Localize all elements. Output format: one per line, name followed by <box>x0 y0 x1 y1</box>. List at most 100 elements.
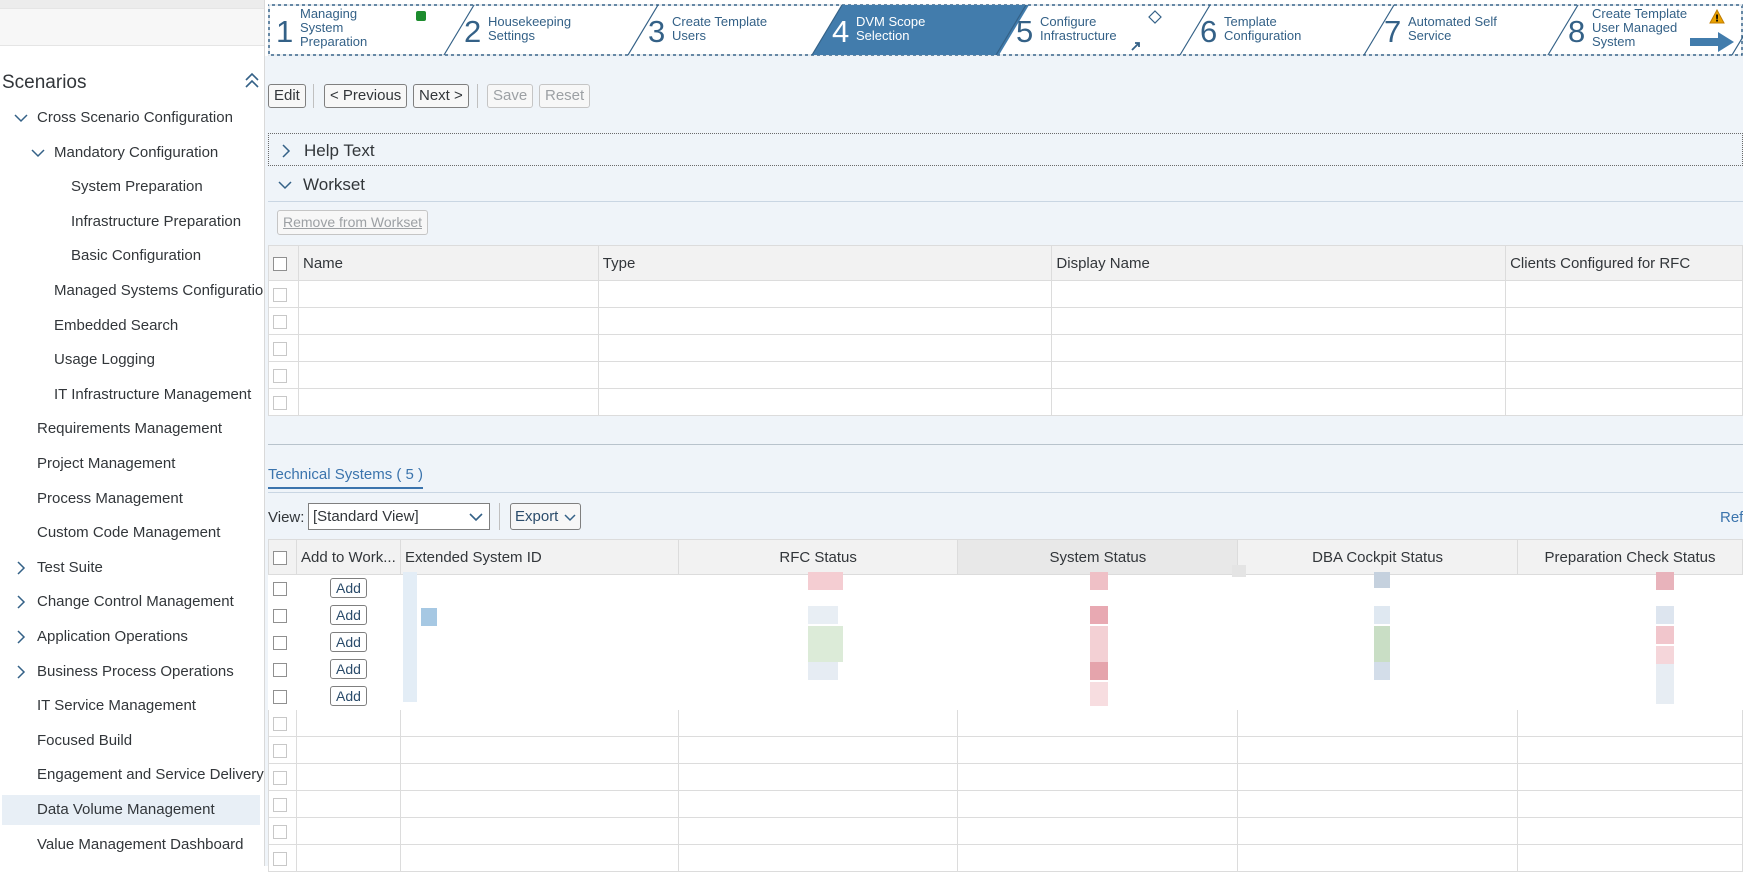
column-header[interactable]: Extended System ID <box>399 539 679 575</box>
sidebar-item[interactable]: System Preparation <box>2 172 260 202</box>
refresh-link[interactable]: Ref <box>1720 509 1743 526</box>
scroll-right-arrow-icon[interactable] <box>1688 30 1736 54</box>
external-link-icon[interactable] <box>1130 40 1142 52</box>
sidebar-item[interactable]: Change Control Management <box>2 587 260 617</box>
column-header[interactable]: DBA Cockpit Status <box>1237 539 1519 575</box>
table-row <box>268 388 1743 416</box>
column-header[interactable]: Add to Work... <box>295 539 401 575</box>
sidebar-search-field[interactable] <box>0 8 264 46</box>
sidebar-item-label: Application Operations <box>37 628 188 645</box>
obscured-cell <box>1656 572 1674 590</box>
sidebar-item[interactable]: Application Operations <box>2 622 260 652</box>
column-header[interactable]: RFC Status <box>677 539 959 575</box>
roadmap-step[interactable]: 2 Housekeeping Settings <box>452 4 636 56</box>
sidebar-item[interactable]: Business Process Operations <box>2 657 260 687</box>
chevron-down-icon[interactable] <box>14 111 28 125</box>
next-button[interactable]: Next > <box>413 84 469 108</box>
sidebar-item-label: Managed Systems Configuratio <box>54 282 264 299</box>
chevron-right-icon[interactable] <box>14 595 28 609</box>
edit-button[interactable]: Edit <box>268 84 306 108</box>
sidebar-item[interactable]: Data Volume Management <box>2 795 260 825</box>
save-button[interactable]: Save <box>487 84 534 108</box>
help-text-header[interactable]: Help Text <box>268 133 1743 166</box>
add-to-workset-button[interactable]: Add <box>330 578 367 598</box>
row-checkbox[interactable] <box>273 314 287 329</box>
success-status-icon <box>416 11 426 21</box>
select-all-checkbox[interactable] <box>273 550 287 565</box>
section-divider <box>268 444 1743 445</box>
column-header[interactable]: Display Name <box>1051 245 1507 281</box>
row-checkbox[interactable] <box>273 716 287 731</box>
obscured-cell <box>1656 626 1674 644</box>
chevron-down-icon[interactable] <box>31 146 45 160</box>
sidebar-item-label: Infrastructure Preparation <box>71 212 242 230</box>
sidebar-item[interactable]: Custom Code Management <box>2 518 260 548</box>
row-checkbox[interactable] <box>273 851 287 866</box>
workset-header[interactable]: Workset <box>268 168 1743 202</box>
roadmap-step[interactable]: 5 Configure Infrastructure <box>1004 4 1188 56</box>
chevron-right-icon <box>282 144 291 158</box>
roadmap-step[interactable]: 3 Create Template Users <box>636 4 820 56</box>
toolbar-separator <box>313 84 314 108</box>
sidebar-item[interactable]: Embedded Search <box>2 311 260 341</box>
collapse-up-icon[interactable] <box>243 72 261 90</box>
column-header[interactable]: Name <box>297 245 599 281</box>
column-header[interactable]: Clients Configured for RFC <box>1505 245 1743 281</box>
chevron-down-icon <box>278 181 292 190</box>
table-row <box>268 736 1743 764</box>
row-checkbox[interactable] <box>273 635 287 650</box>
sidebar-item[interactable]: Cross Scenario Configuration <box>2 103 260 133</box>
row-checkbox[interactable] <box>273 341 287 356</box>
row-checkbox[interactable] <box>273 608 287 623</box>
export-button[interactable]: Export <box>510 503 581 530</box>
view-select[interactable]: [Standard View] <box>308 503 490 530</box>
chevron-right-icon[interactable] <box>14 665 28 679</box>
sidebar-item[interactable]: Project Management <box>2 449 260 479</box>
reset-button[interactable]: Reset <box>539 84 591 108</box>
select-all-checkbox[interactable] <box>273 256 287 271</box>
add-to-workset-button[interactable]: Add <box>330 632 367 652</box>
column-header[interactable]: Type <box>597 245 1053 281</box>
row-checkbox[interactable] <box>273 689 287 704</box>
row-checkbox[interactable] <box>273 797 287 812</box>
row-checkbox[interactable] <box>273 770 287 785</box>
chevron-right-icon[interactable] <box>14 561 28 575</box>
obscured-cell <box>403 572 417 702</box>
roadmap-step[interactable]: 4 DVM Scope Selection <box>820 4 1004 56</box>
sidebar-item[interactable]: Requirements Management <box>2 414 260 444</box>
sidebar-item[interactable]: IT Service Management <box>2 691 260 721</box>
sidebar-item[interactable]: Usage Logging <box>2 345 260 375</box>
sidebar-item[interactable]: Focused Build <box>2 726 260 756</box>
row-checkbox[interactable] <box>273 743 287 758</box>
table-row <box>268 817 1743 845</box>
add-to-workset-button[interactable]: Add <box>330 686 367 706</box>
sidebar-item[interactable]: Engagement and Service Delivery <box>2 760 264 790</box>
row-checkbox[interactable] <box>273 395 287 410</box>
previous-button[interactable]: < Previous <box>324 84 408 108</box>
sidebar-item[interactable]: Infrastructure Preparation <box>2 207 260 237</box>
sidebar-item[interactable]: Process Management <box>2 484 260 514</box>
sidebar-item[interactable]: Basic Configuration <box>2 241 260 271</box>
sidebar-item[interactable]: Mandatory Configuration <box>2 138 260 168</box>
sidebar-item[interactable]: Value Management Dashboard <box>2 830 260 860</box>
column-header[interactable]: Preparation Check Status <box>1517 539 1743 575</box>
row-checkbox[interactable] <box>273 824 287 839</box>
roadmap-step[interactable]: 6 Template Configuration <box>1188 4 1372 56</box>
obscured-cell <box>1374 626 1390 662</box>
roadmap-step[interactable]: 7 Automated Self Service <box>1372 4 1556 56</box>
row-checkbox[interactable] <box>273 662 287 677</box>
remove-from-workset-button[interactable]: Remove from Workset <box>277 210 428 235</box>
row-checkbox[interactable] <box>273 287 287 302</box>
tab-technical-systems[interactable]: Technical Systems ( 5 ) <box>268 466 424 489</box>
add-to-workset-button[interactable]: Add <box>330 605 367 625</box>
column-header[interactable]: System Status <box>957 539 1239 575</box>
sidebar-item-label: Business Process Operations <box>37 662 234 680</box>
sidebar-item[interactable]: IT Infrastructure Management <box>2 380 260 410</box>
sidebar-item[interactable]: Test Suite <box>2 553 260 583</box>
row-checkbox[interactable] <box>273 368 287 383</box>
add-to-workset-button[interactable]: Add <box>330 659 367 679</box>
chevron-right-icon[interactable] <box>14 630 28 644</box>
sidebar-item[interactable]: Managed Systems Configuratio <box>2 276 264 306</box>
row-checkbox[interactable] <box>273 581 287 596</box>
roadmap-step[interactable]: 1 Managing System Preparation <box>268 4 452 56</box>
